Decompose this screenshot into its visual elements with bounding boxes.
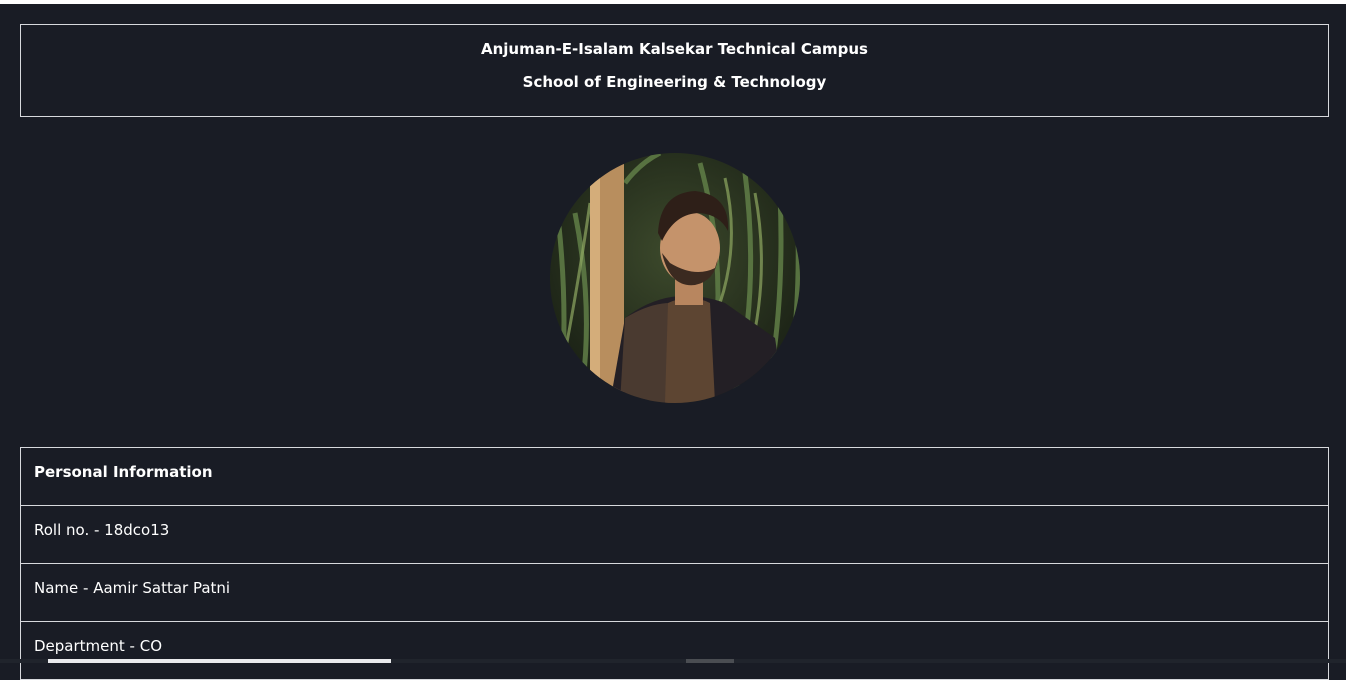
personal-info-table: Personal Information Roll no. - 18dco13 … (20, 447, 1329, 680)
info-row-roll: Roll no. - 18dco13 (21, 506, 1328, 564)
profile-photo-icon (550, 153, 800, 403)
info-row-name: Name - Aamir Sattar Patni (21, 564, 1328, 622)
personal-info-title: Personal Information (34, 463, 213, 481)
top-bar (0, 0, 1346, 4)
horizontal-scrollbar[interactable] (0, 659, 1346, 663)
school-name: School of Engineering & Technology (522, 73, 827, 91)
info-row-department: Department - CO (21, 622, 1328, 680)
college-header: Anjuman-E-Isalam Kalsekar Technical Camp… (20, 24, 1329, 117)
roll-number: Roll no. - 18dco13 (34, 521, 170, 539)
profile-photo (550, 153, 800, 403)
scrollbar-thumb[interactable] (48, 659, 391, 663)
scrollbar-thumb-secondary[interactable] (686, 659, 734, 663)
personal-info-title-row: Personal Information (21, 448, 1328, 506)
student-name: Name - Aamir Sattar Patni (34, 579, 231, 597)
department: Department - CO (34, 637, 162, 655)
college-name: Anjuman-E-Isalam Kalsekar Technical Camp… (481, 40, 868, 58)
